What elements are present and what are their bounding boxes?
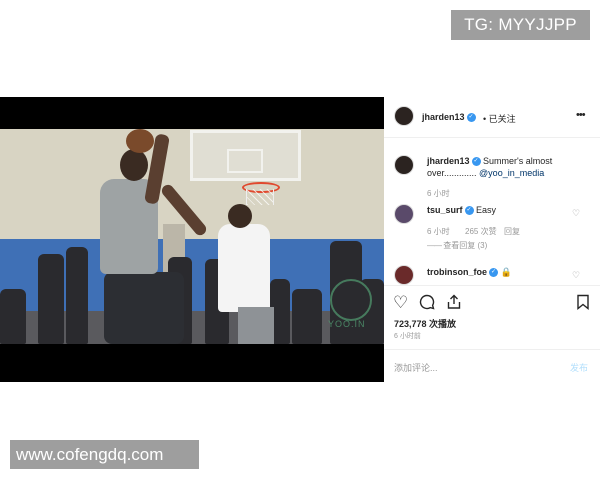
comment-input-divider — [384, 349, 600, 350]
comment-icon[interactable] — [419, 294, 435, 313]
post-timestamp: 6 小时前 — [394, 333, 421, 340]
video-frame[interactable]: YOO.IN ● — [0, 129, 384, 344]
yoo-in-logo-icon — [330, 279, 372, 321]
author-avatar[interactable] — [394, 106, 414, 126]
comment-like-icon[interactable]: ♡ — [572, 270, 580, 281]
comment-1-time: 6 小时 — [427, 227, 450, 236]
comment-1-text: Easy — [476, 205, 497, 215]
share-icon[interactable] — [446, 294, 462, 313]
watermark-top: TG: MYYJJPP — [451, 10, 590, 40]
comment-1-reply[interactable]: 回复 — [504, 226, 520, 237]
comment-like-icon[interactable]: ♡ — [572, 208, 580, 219]
comment-2: trobinson_foe ✓ 🔒 — [427, 267, 512, 278]
header-divider — [384, 137, 600, 138]
caption-avatar[interactable] — [394, 155, 414, 175]
watermark-bottom: www.cofengdq.com — [10, 440, 199, 469]
bookmark-icon[interactable] — [576, 294, 590, 313]
comment-avatar[interactable] — [394, 265, 414, 285]
view-replies[interactable]: —— 查看回复 (3) — [427, 240, 487, 251]
caption-mention[interactable]: @yoo_in_media — [479, 168, 544, 178]
follow-status[interactable]: • 已关注 — [483, 112, 516, 125]
yoo-in-logo-text: YOO.IN — [328, 319, 366, 329]
heart-icon[interactable]: ♡ — [393, 294, 408, 311]
comment-avatar[interactable] — [394, 204, 414, 224]
verified-icon: ✓ — [466, 113, 476, 123]
comment-1: tsu_surf ✓ Easy — [427, 205, 497, 216]
player-shooter — [104, 272, 184, 344]
basketball — [126, 129, 154, 153]
author-username[interactable]: jharden13 ✓ — [422, 112, 476, 123]
verified-icon: ✓ — [464, 206, 474, 216]
comment-1-likes[interactable]: 265 次赞 — [465, 226, 497, 237]
actions-divider — [384, 285, 600, 286]
post-side-panel: jharden13 ✓ • 已关注 ••• jharden13 ✓ Summer's… — [384, 97, 600, 382]
caption-time: 6 小时 — [427, 189, 450, 198]
caption-author[interactable]: jharden13 — [427, 156, 470, 166]
comment-input[interactable]: 添加评论... — [394, 361, 438, 374]
comment-2-text: 🔒 — [500, 267, 512, 277]
view-count[interactable]: 723,778 次播放 — [394, 317, 456, 330]
post-comment-button[interactable]: 发布 — [570, 361, 588, 374]
verified-icon: ✓ — [489, 268, 498, 278]
backboard — [190, 130, 301, 181]
verified-icon: ✓ — [471, 157, 481, 167]
post-caption: jharden13 ✓ Summer's almost over.........… — [427, 155, 593, 179]
more-horizontal-icon[interactable]: ••• — [576, 109, 586, 121]
comment-2-user[interactable]: trobinson_foe — [427, 267, 487, 277]
post-media[interactable]: YOO.IN ● — [0, 97, 384, 382]
comment-1-user[interactable]: tsu_surf — [427, 205, 463, 215]
hoop-net — [246, 189, 274, 205]
